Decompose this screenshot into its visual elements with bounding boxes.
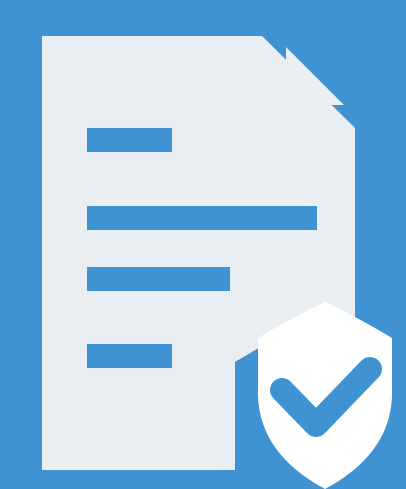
secure-document-icon [0, 0, 406, 489]
document-line-1 [87, 128, 172, 152]
document-line-3 [87, 267, 230, 291]
document-line-4 [87, 344, 172, 368]
secure-document-icon-canvas [0, 0, 406, 489]
document-line-2 [87, 206, 317, 230]
